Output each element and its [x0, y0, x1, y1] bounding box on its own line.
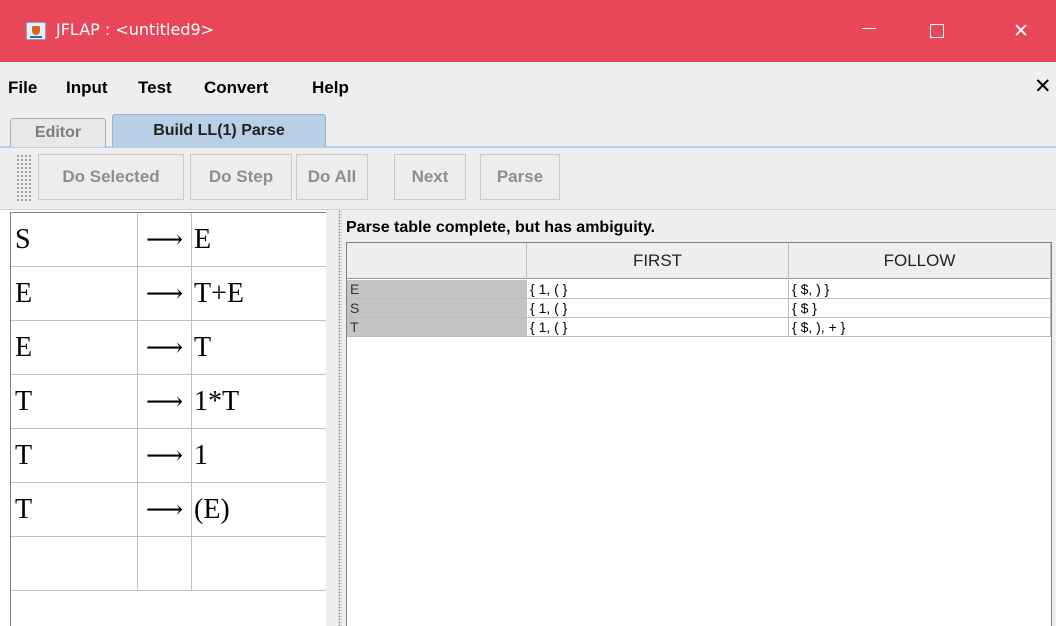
grammar-table[interactable]: S ⟶ E E ⟶ T+E E ⟶ T T ⟶ 1*T T ⟶ 1 T ⟶ (E… [10, 212, 327, 626]
production-arrow: ⟶ [138, 375, 192, 429]
production-row[interactable]: E ⟶ T+E [11, 267, 327, 321]
menu-help[interactable]: Help [312, 78, 349, 98]
do-step-button[interactable]: Do Step [190, 154, 292, 200]
close-icon: ✕ [1013, 20, 1029, 42]
minimize-button[interactable] [844, 0, 894, 62]
tab-strip: Editor Build LL(1) Parse [0, 106, 1056, 148]
production-lhs: S [11, 213, 138, 267]
parse-button[interactable]: Parse [480, 154, 560, 200]
production-rhs-empty[interactable] [192, 537, 327, 591]
do-selected-button[interactable]: Do Selected [38, 154, 184, 200]
menu-convert[interactable]: Convert [204, 78, 268, 98]
parse-panel: Parse table complete, but has ambiguity.… [342, 210, 1056, 626]
nonterminal-cell: S [347, 299, 527, 317]
follow-cell[interactable]: { $, ) } [789, 280, 1051, 298]
production-rhs: (E) [192, 483, 327, 537]
production-arrow: ⟶ [138, 483, 192, 537]
toolbar-grip[interactable] [16, 154, 33, 202]
nonterminal-cell: T [347, 318, 527, 336]
production-arrow: ⟶ [138, 213, 192, 267]
menu-test[interactable]: Test [138, 78, 172, 98]
maximize-button[interactable] [912, 0, 962, 62]
production-arrow-empty [138, 537, 192, 591]
header-nonterminal [347, 243, 527, 279]
production-rhs: E [192, 213, 327, 267]
tab-build-ll1-parse[interactable]: Build LL(1) Parse [112, 114, 326, 147]
production-rhs: T [192, 321, 327, 375]
java-app-icon [26, 22, 46, 40]
close-window-button[interactable]: ✕ [996, 0, 1046, 62]
production-rhs: T+E [192, 267, 327, 321]
tab-editor[interactable]: Editor [10, 118, 106, 147]
minimize-icon [862, 27, 876, 29]
header-first: FIRST [527, 243, 789, 279]
grammar-empty-area [11, 591, 327, 626]
split-pane-divider[interactable] [326, 210, 342, 626]
production-row[interactable]: T ⟶ (E) [11, 483, 327, 537]
header-follow: FOLLOW [789, 243, 1051, 279]
production-row[interactable]: T ⟶ 1*T [11, 375, 327, 429]
first-cell[interactable]: { 1, ( } [527, 318, 789, 336]
production-arrow: ⟶ [138, 429, 192, 483]
production-lhs-empty[interactable] [11, 537, 138, 591]
production-lhs: E [11, 321, 138, 375]
production-arrow: ⟶ [138, 267, 192, 321]
menu-bar: File Input Test Convert Help ✕ [0, 62, 1056, 106]
first-cell[interactable]: { 1, ( } [527, 280, 789, 298]
production-row[interactable]: S ⟶ E [11, 213, 327, 267]
production-rhs: 1*T [192, 375, 327, 429]
parse-status-message: Parse table complete, but has ambiguity. [346, 219, 656, 236]
production-lhs: T [11, 483, 138, 537]
menu-input[interactable]: Input [66, 78, 108, 98]
menu-file[interactable]: File [8, 78, 37, 98]
follow-cell[interactable]: { $, ), + } [789, 318, 1051, 336]
production-arrow: ⟶ [138, 321, 192, 375]
do-all-button[interactable]: Do All [296, 154, 368, 200]
empty-production-row[interactable] [11, 537, 327, 591]
toolbar: Do Selected Do Step Do All Next Parse [0, 148, 1056, 210]
table-header: FIRST FOLLOW [347, 243, 1051, 279]
production-lhs: T [11, 375, 138, 429]
production-row[interactable]: E ⟶ T [11, 321, 327, 375]
close-tab-icon[interactable]: ✕ [1034, 74, 1052, 99]
production-lhs: T [11, 429, 138, 483]
follow-cell[interactable]: { $ } [789, 299, 1051, 317]
first-cell[interactable]: { 1, ( } [527, 299, 789, 317]
window-title: JFLAP : <untitled9> [56, 20, 215, 39]
title-bar: JFLAP : <untitled9> ✕ [0, 0, 1056, 62]
production-lhs: E [11, 267, 138, 321]
maximize-icon [930, 24, 944, 38]
table-row[interactable]: T { 1, ( } { $, ), + } [347, 318, 1051, 337]
table-row[interactable]: E { 1, ( } { $, ) } [347, 280, 1051, 299]
first-follow-table[interactable]: FIRST FOLLOW E { 1, ( } { $, ) } S { 1, … [346, 242, 1052, 626]
production-rhs: 1 [192, 429, 327, 483]
table-row[interactable]: S { 1, ( } { $ } [347, 299, 1051, 318]
production-row[interactable]: T ⟶ 1 [11, 429, 327, 483]
next-button[interactable]: Next [394, 154, 466, 200]
nonterminal-cell: E [347, 280, 527, 298]
